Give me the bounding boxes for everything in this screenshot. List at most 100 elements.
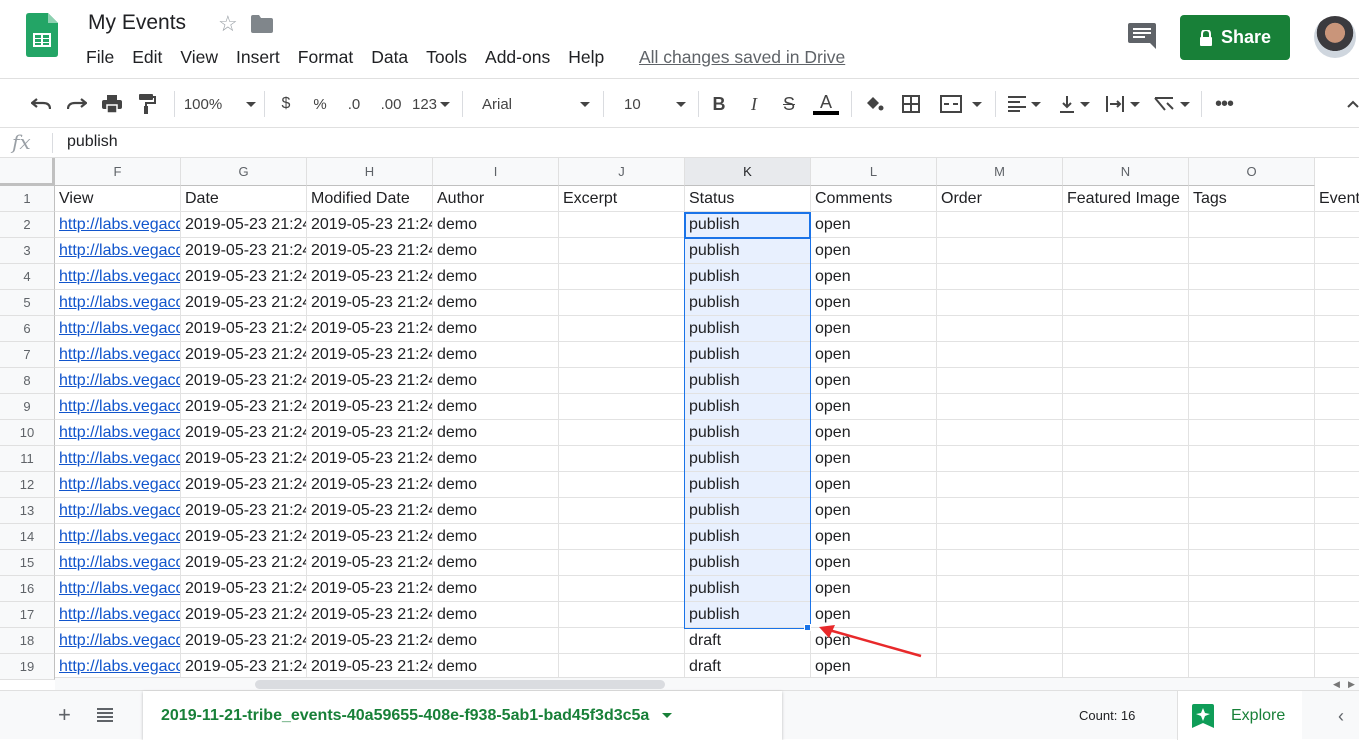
align-left-icon[interactable] [1004, 91, 1044, 117]
cell-author[interactable]: demo [433, 238, 559, 264]
menu-data[interactable]: Data [371, 47, 408, 68]
cell-excerpt[interactable] [559, 524, 685, 550]
cell-featured[interactable] [1063, 420, 1189, 446]
cell-view[interactable]: http://labs.vegaco [55, 550, 181, 576]
cell-modified[interactable]: 2019-05-23 21:24 [307, 602, 433, 628]
cell-author[interactable]: demo [433, 316, 559, 342]
chevron-down-icon[interactable] [662, 713, 673, 718]
row-header[interactable]: 8 [0, 368, 55, 394]
cell-order[interactable] [937, 602, 1063, 628]
header-cell-featured[interactable]: Featured Image [1063, 186, 1189, 212]
column-header-g[interactable]: G [181, 158, 307, 186]
cell-event[interactable] [1315, 368, 1359, 394]
scroll-left-icon[interactable]: ◀ [1333, 679, 1340, 690]
cell-event[interactable] [1315, 472, 1359, 498]
cell-status[interactable]: draft [685, 628, 811, 654]
cell-view[interactable]: http://labs.vegaco [55, 602, 181, 628]
cell-tags[interactable] [1189, 498, 1315, 524]
cell-modified[interactable]: 2019-05-23 21:24 [307, 212, 433, 238]
cell-status[interactable]: publish [685, 446, 811, 472]
cell-excerpt[interactable] [559, 446, 685, 472]
cell-order[interactable] [937, 446, 1063, 472]
cell-author[interactable]: demo [433, 524, 559, 550]
comments-icon[interactable] [1128, 23, 1156, 49]
chevron-up-icon[interactable] [1346, 91, 1359, 117]
cell-modified[interactable]: 2019-05-23 21:24 [307, 446, 433, 472]
all-sheets-icon[interactable] [97, 708, 113, 722]
cell-status[interactable]: publish [685, 524, 811, 550]
row-header[interactable]: 3 [0, 238, 55, 264]
cell-author[interactable]: demo [433, 498, 559, 524]
cell-tags[interactable] [1189, 290, 1315, 316]
menu-help[interactable]: Help [568, 47, 604, 68]
cell-tags[interactable] [1189, 212, 1315, 238]
cell-view[interactable]: http://labs.vegaco [55, 446, 181, 472]
cell-tags[interactable] [1189, 368, 1315, 394]
row-header[interactable]: 4 [0, 264, 55, 290]
cell-comments[interactable]: open [811, 368, 937, 394]
cell-comments[interactable]: open [811, 238, 937, 264]
cell-featured[interactable] [1063, 264, 1189, 290]
redo-icon[interactable] [66, 91, 88, 117]
text-wrap-icon[interactable] [1101, 91, 1143, 117]
cell-order[interactable] [937, 368, 1063, 394]
column-header-l[interactable]: L [811, 158, 937, 186]
cell-featured[interactable] [1063, 576, 1189, 602]
cell-author[interactable]: demo [433, 264, 559, 290]
cell-tags[interactable] [1189, 316, 1315, 342]
cell-modified[interactable]: 2019-05-23 21:24 [307, 290, 433, 316]
column-header-m[interactable]: M [937, 158, 1063, 186]
sheet-tab[interactable]: 2019-11-21-tribe_events-40a59655-408e-f9… [143, 691, 782, 740]
row-header[interactable]: 19 [0, 654, 55, 680]
cell-date[interactable]: 2019-05-23 21:24 [181, 446, 307, 472]
cell-event[interactable] [1315, 342, 1359, 368]
selection-count[interactable]: Count: 16 [1079, 708, 1135, 723]
cell-order[interactable] [937, 472, 1063, 498]
cell-status[interactable]: publish [685, 472, 811, 498]
fill-color-icon[interactable] [863, 91, 885, 117]
print-icon[interactable] [101, 91, 123, 117]
menu-addons[interactable]: Add-ons [485, 47, 550, 68]
row-header[interactable]: 11 [0, 446, 55, 472]
cell-featured[interactable] [1063, 472, 1189, 498]
currency-format-button[interactable]: $ [277, 91, 295, 117]
cell-event[interactable] [1315, 498, 1359, 524]
avatar[interactable] [1314, 16, 1356, 58]
cell-tags[interactable] [1189, 628, 1315, 654]
cell-status[interactable]: publish [685, 238, 811, 264]
select-all-corner[interactable] [0, 158, 55, 186]
cell-order[interactable] [937, 576, 1063, 602]
cell-tags[interactable] [1189, 446, 1315, 472]
cell-status[interactable]: publish [685, 550, 811, 576]
cell-order[interactable] [937, 316, 1063, 342]
menu-insert[interactable]: Insert [236, 47, 280, 68]
row-header[interactable]: 9 [0, 394, 55, 420]
cell-excerpt[interactable] [559, 550, 685, 576]
cell-featured[interactable] [1063, 368, 1189, 394]
cell-view[interactable]: http://labs.vegaco [55, 420, 181, 446]
cell-event[interactable] [1315, 628, 1359, 654]
cell-author[interactable]: demo [433, 472, 559, 498]
collapse-side-panel-icon[interactable]: ‹ [1338, 706, 1344, 727]
cell-excerpt[interactable] [559, 290, 685, 316]
cell-order[interactable] [937, 524, 1063, 550]
menu-format[interactable]: Format [298, 47, 353, 68]
header-cell-excerpt[interactable]: Excerpt [559, 186, 685, 212]
cell-comments[interactable]: open [811, 316, 937, 342]
cell-event[interactable] [1315, 550, 1359, 576]
row-header[interactable]: 12 [0, 472, 55, 498]
cell-view[interactable]: http://labs.vegaco [55, 212, 181, 238]
fill-handle[interactable] [804, 624, 811, 631]
cell-event[interactable] [1315, 602, 1359, 628]
cell-date[interactable]: 2019-05-23 21:24 [181, 212, 307, 238]
cell-status[interactable]: publish [685, 368, 811, 394]
cell-date[interactable]: 2019-05-23 21:24 [181, 394, 307, 420]
cell-date[interactable]: 2019-05-23 21:24 [181, 290, 307, 316]
row-header[interactable]: 1 [0, 186, 55, 212]
cell-view[interactable]: http://labs.vegaco [55, 576, 181, 602]
text-rotation-icon[interactable] [1150, 91, 1192, 117]
cell-excerpt[interactable] [559, 472, 685, 498]
cell-event[interactable] [1315, 420, 1359, 446]
row-header[interactable]: 2 [0, 212, 55, 238]
cell-comments[interactable]: open [811, 212, 937, 238]
